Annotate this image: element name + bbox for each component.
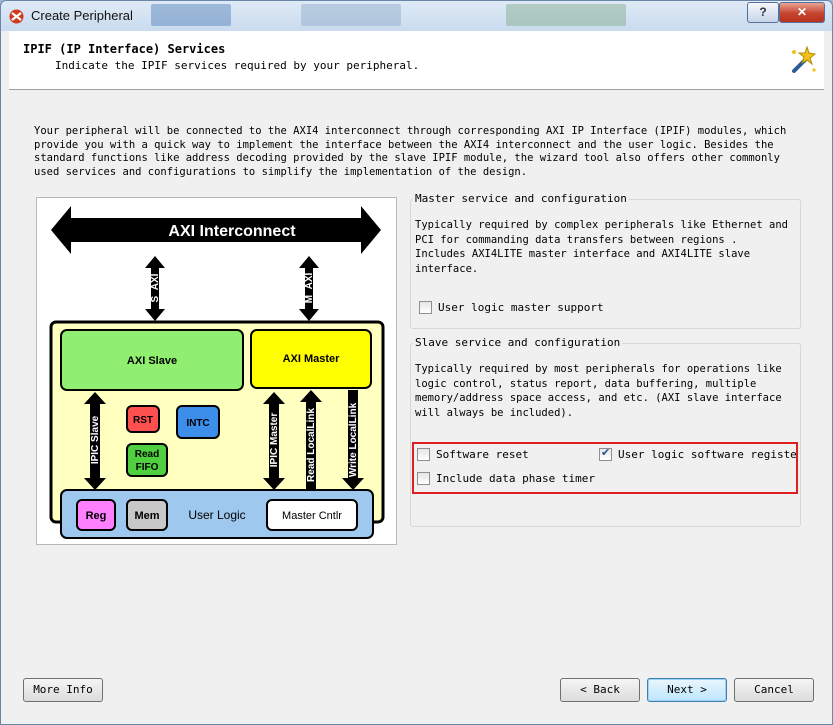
read-fifo-label-1: Read <box>135 449 159 460</box>
close-button[interactable]: ✕ <box>779 2 825 23</box>
axi-slave-label: AXI Slave <box>127 355 177 367</box>
background-blur <box>506 4 626 26</box>
rst-label: RST <box>133 415 153 426</box>
m-axi-label: M_AXI <box>304 272 315 303</box>
intc-label: INTC <box>186 418 209 429</box>
master-group-description: Typically required by complex peripheral… <box>415 219 788 275</box>
window-title: Create Peripheral <box>31 8 133 23</box>
include-data-phase-timer-checkbox[interactable]: Include data phase timer <box>417 472 595 485</box>
checkbox-checked-icon[interactable] <box>599 446 612 461</box>
master-cntlr-label: Master Cntlr <box>282 510 342 522</box>
checkbox-unchecked-icon[interactable] <box>419 301 432 314</box>
intro-paragraph: Your peripheral will be connected to the… <box>34 125 787 178</box>
background-blur <box>301 4 401 26</box>
more-info-button[interactable]: More Info <box>23 678 103 702</box>
checkbox-unchecked-icon[interactable] <box>417 448 430 461</box>
app-logo-icon <box>9 9 24 24</box>
reg-label: Reg <box>86 510 107 522</box>
slave-group-description: Typically required by most peripherals f… <box>415 363 782 419</box>
ipic-slave-label: IPIC Slave <box>90 415 101 464</box>
mem-label: Mem <box>134 510 159 522</box>
help-button[interactable]: ? <box>747 2 779 23</box>
user-logic-software-register-checkbox[interactable]: User logic software registe <box>599 446 797 461</box>
page-title: IPIF (IP Interface) Services <box>23 42 226 56</box>
checkbox-label: Software reset <box>436 448 529 461</box>
master-service-group: Master service and configuration Typical… <box>410 192 801 329</box>
ipic-master-label: IPIC Master <box>269 413 280 468</box>
back-button[interactable]: < Back <box>560 678 640 702</box>
cancel-button[interactable]: Cancel <box>734 678 814 702</box>
checkbox-label: User logic software registe <box>618 448 797 461</box>
checkbox-label: User logic master support <box>438 301 604 314</box>
master-group-title: Master service and configuration <box>413 192 629 205</box>
axi-master-label: AXI Master <box>283 353 341 365</box>
wizard-content: IPIF (IP Interface) Services Indicate th… <box>9 31 824 717</box>
wizard-wand-icon <box>792 45 817 73</box>
user-logic-label: User Logic <box>188 508 245 522</box>
next-button[interactable]: Next > <box>647 678 727 702</box>
checkbox-unchecked-icon[interactable] <box>417 472 430 485</box>
user-logic-master-support-checkbox[interactable]: User logic master support <box>419 301 604 314</box>
s-axi-label: S_AXI <box>150 273 161 302</box>
page-subtitle: Indicate the IPIF services required by y… <box>55 59 420 72</box>
title-bar[interactable]: Create Peripheral ? ✕ <box>1 1 832 31</box>
slave-group-title: Slave service and configuration <box>413 336 623 349</box>
wizard-header: IPIF (IP Interface) Services Indicate th… <box>9 31 824 90</box>
background-blur <box>151 4 231 26</box>
write-locallink-label: Write LocalLink <box>348 402 359 477</box>
create-peripheral-window: Create Peripheral ? ✕ IPIF (IP Interface… <box>0 0 833 725</box>
ipif-diagram: AXI Interconnect S_AXI M_AXI AXI Slave A… <box>36 197 397 545</box>
interconnect-label: AXI Interconnect <box>168 223 296 240</box>
read-fifo-label-2: FIFO <box>136 462 159 473</box>
checkbox-label: Include data phase timer <box>436 472 595 485</box>
slave-service-group: Slave service and configuration Typicall… <box>410 336 801 527</box>
read-locallink-label: Read LocalLink <box>306 408 317 482</box>
software-reset-checkbox[interactable]: Software reset <box>417 448 529 461</box>
